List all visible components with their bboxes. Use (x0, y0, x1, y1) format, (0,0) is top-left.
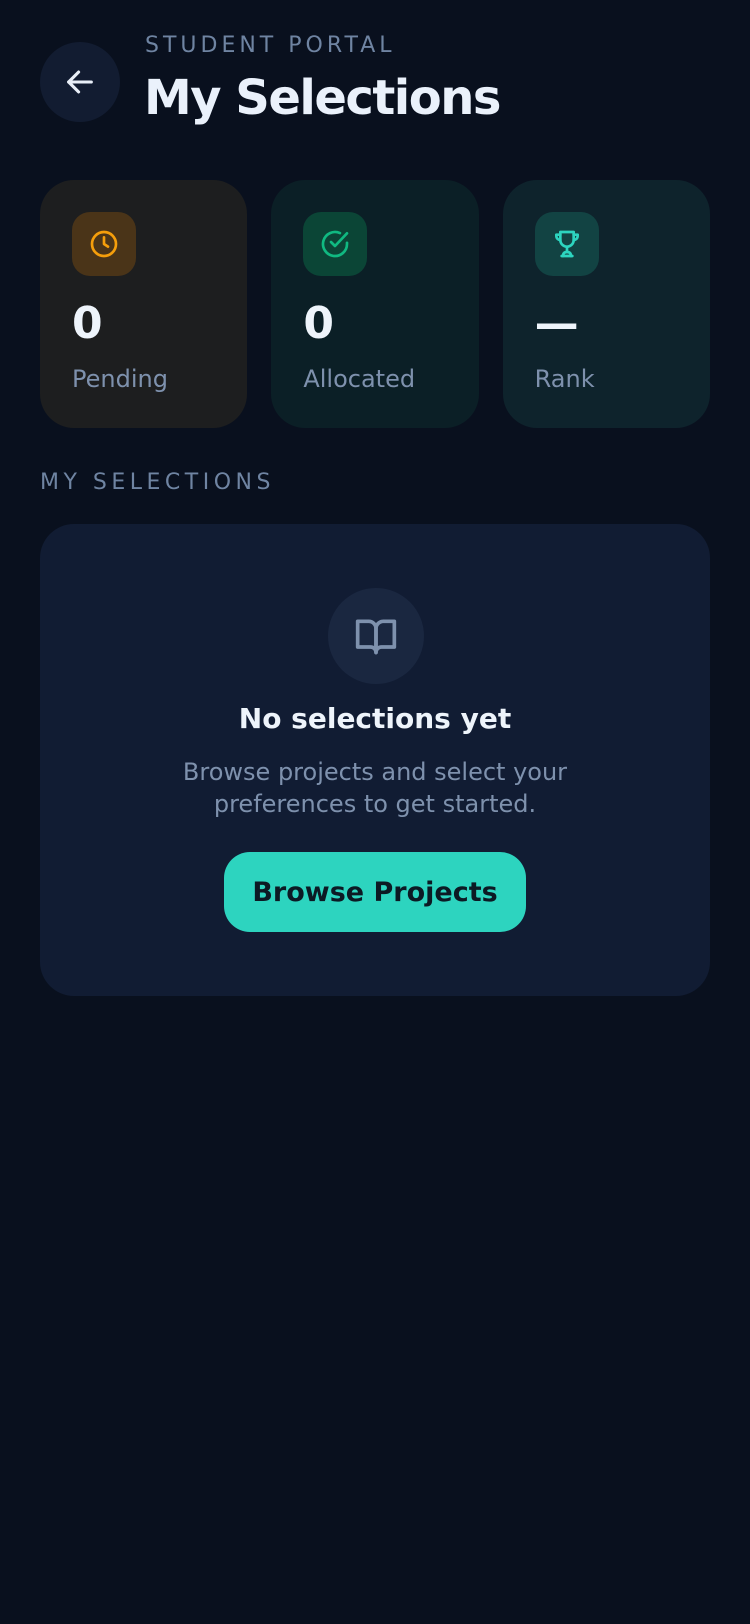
arrow-left-icon (67, 70, 93, 94)
clock-icon (72, 212, 136, 276)
check-circle-icon (303, 212, 368, 276)
page-title: My Selections (144, 70, 501, 126)
stat-label-allocated: Allocated (303, 365, 416, 393)
stat-value-allocated: 0 (303, 298, 334, 349)
empty-state-card: No selections yet Browse projects and se… (40, 524, 710, 996)
stat-label-rank: Rank (534, 365, 595, 393)
my-selections-screen: STUDENT PORTAL My Selections 0 Pending 0… (0, 0, 750, 1624)
stat-value-pending: 0 (72, 298, 103, 349)
trophy-icon (534, 212, 599, 276)
stat-card-allocated: 0 Allocated (271, 180, 479, 428)
stat-label-pending: Pending (72, 365, 168, 393)
book-open-icon (328, 588, 424, 684)
empty-state-text: Browse projects and select your preferen… (182, 758, 568, 818)
stat-card-rank: — Rank (502, 180, 710, 428)
stats-row: 0 Pending 0 Allocated — Rank (40, 180, 710, 428)
stat-value-rank: — (534, 298, 579, 349)
browse-projects-button[interactable]: Browse Projects (224, 852, 526, 932)
section-heading: MY SELECTIONS (40, 470, 275, 495)
back-button[interactable] (40, 42, 120, 122)
empty-state-title: No selections yet (238, 702, 512, 735)
stat-card-pending: 0 Pending (40, 180, 248, 428)
portal-eyebrow: STUDENT PORTAL (145, 33, 396, 58)
